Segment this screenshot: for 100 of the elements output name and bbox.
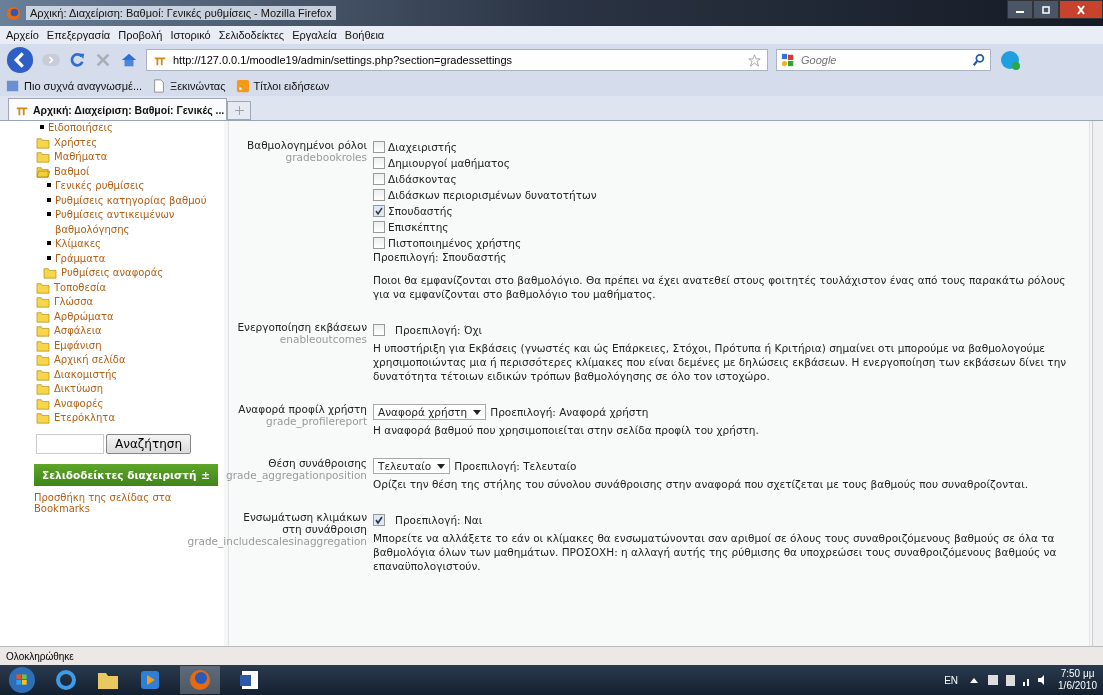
back-button[interactable] [6,46,34,74]
checkbox-label: Δημιουργοί μαθήματος [388,157,510,169]
menu-item[interactable]: Σελιδοδείκτες [218,29,285,41]
sidebar-link[interactable]: Ειδοποιήσεις [48,121,113,136]
address-field[interactable]: http://127.0.0.1/moodle19/admin/settings.php?section=gradessettings [146,49,768,71]
setting-description: Η αναφορά βαθμού που χρησιμοποιείται στην σελίδα προφίλ του χρήστη. [373,423,760,437]
bookmark-item[interactable]: Ξεκινώντας [152,79,226,93]
sidebar-link[interactable]: Ασφάλεια [54,324,102,339]
sidebar-link[interactable]: Κλίμακες [55,237,101,252]
default-text: Προεπιλογή: Τελευταίο [454,460,577,472]
sidebar-link[interactable]: Ρυθμίσεις αντικειμένων βαθμολόγησης [55,208,218,237]
sidebar-link[interactable]: Ρυθμίσεις αναφοράς [61,266,164,281]
menu-item[interactable]: Αρχείο [6,29,39,41]
sidebar-link[interactable]: Βαθμοί [54,164,90,179]
sidebar-link[interactable]: Γενικές ρυθμίσεις [55,179,145,194]
checkbox[interactable] [373,173,385,185]
sidebar-link[interactable]: Μαθήματα [54,150,108,165]
clock-date: 1/6/2010 [1058,680,1097,692]
bookmark-item[interactable]: Πιο συχνά αναγνωσμέ... [6,79,143,93]
search-field[interactable]: Google [776,49,991,71]
menu-item[interactable]: Εργαλεία [292,29,337,41]
sidebar-link[interactable]: Διακομιστής [54,367,118,382]
sidebar-link[interactable]: Αναφορές [54,396,104,411]
menu-item[interactable]: Βοήθεια [344,29,385,41]
setting-description: Η υποστήριξη για Εκβάσεις (γνωστές και ώς Επάρκειες, Στόχοι, Πρότυπα ή Κριτήρια) σημαίνει οτι μπορούμε να βαθμολογούμε χρησιμοποιώντας μια ή περισσότερες κλίμακες που είναι δεμένες με δηλώσεις εκβάσεων. Η ενεργοποίηση των εκβάσεων δίνει την δυνατότητα τέτοιων ειδικών τρόπων βαθμολόγησης σε όλο τον ιστοχώρο. [373,341,1068,383]
star-icon[interactable] [748,53,761,67]
minimize-button[interactable] [1007,0,1033,19]
collapse-toggle[interactable]: ± [201,468,210,481]
default-text: Προεπιλογή: Όχι [395,324,483,336]
scrollbar[interactable] [1092,121,1103,646]
checkbox-label: Διαχειριστής [388,141,457,153]
checkbox[interactable] [373,324,385,336]
window-title: Αρχική: Διαχείριση: Βαθμοί: Γενικές ρυθμίσεις - Mozilla Firefox [26,6,336,20]
sidebar-link[interactable]: Τοποθεσία [54,280,107,295]
close-button[interactable] [1059,0,1103,19]
bookmark-link[interactable]: Προσθήκη της σελίδας στα Bookmarks [34,491,214,514]
caret-icon [437,463,446,469]
status-text: Ολοκληρώθηκε [6,650,74,662]
bullet-icon [47,255,51,260]
restore-icon [1040,5,1052,15]
checkbox[interactable] [373,237,385,249]
checkbox-label: Πιστοποιημένος χρήστης [388,237,522,249]
plus-icon [234,106,244,115]
sidebar-link[interactable]: Δικτύωση [54,382,103,397]
sidebar-link[interactable]: Γράμματα [55,251,106,266]
setting-name: grade_includescalesinaggregation [187,535,367,547]
search-field[interactable] [36,433,104,454]
sidebar-link[interactable]: Αρχική σελίδα [54,353,126,368]
media-player-icon[interactable] [138,668,162,692]
globe-icon[interactable] [180,666,220,694]
engine-icon[interactable] [781,53,795,67]
checkbox-label: Σπουδαστής [388,205,453,217]
chat-icon[interactable] [999,49,1021,71]
checkbox[interactable] [373,205,385,217]
checkbox[interactable] [373,157,385,169]
setting-label: Ενεργοποίηση εκβάσεων [237,321,367,333]
start-button[interactable] [8,666,36,694]
bullet-icon [47,212,51,216]
setting-label: Αναφορά προφίλ χρήστη [238,403,367,415]
setting-label: Ενσωμάτωση κλιμάκων στη συνάθροιση [242,511,367,535]
setting-label: Βαθμολογημένοι ρόλοι [247,139,367,151]
restore-button[interactable] [1033,0,1059,19]
sidebar-link[interactable]: Ρυθμίσεις κατηγορίας βαθμού [55,193,207,208]
search-icon[interactable] [972,53,986,67]
sidebar-link[interactable]: Εμφάνιση [54,338,102,353]
reload-icon[interactable] [68,51,86,69]
sidebar-link[interactable]: Γλώσσα [54,295,94,310]
setting-description: Μπορείτε να αλλάξετε το εάν οι κλίμακες θα ενσωματώνονται σαν αριθμοί σε όλους τους συναθροιζόμενους βαθμούς σε όλα τα βαθμολόγια όλων των μαθημάτων. ΠΡΟΣΟΧΗ: η αλλαγή αυτής της ρύθμισης θα υποχρεώσει τους συναθροιζόμενους βαθμούς να επαναϋπολογιστούν. [373,531,1058,573]
bullet-icon [47,183,51,187]
menu-item[interactable]: Προβολή [118,29,163,41]
bullet-icon [47,197,51,202]
sidebar-link[interactable]: Αρθρώματα [54,309,114,324]
search-button[interactable]: Αναζήτηση [106,433,191,454]
page-icon [152,79,167,93]
setting-description: Ορίζει την θέση της στήλης του σύνολου συνάθροισης στην αναφορά που σχετίζεται με τους βαθμούς που συναθροίζονται. [373,477,1030,491]
block-title: Σελιδοδείκτες διαχειριστή [42,468,197,481]
bookmark-item[interactable]: Τίτλοι ειδήσεων [235,79,330,93]
setting-name: grade_aggregationposition [226,469,367,481]
checkbox[interactable] [373,221,385,233]
default-text: Προεπιλογή: Αναφορά χρήστη [490,406,649,418]
checkbox[interactable] [373,514,385,526]
default-text: Προεπιλογή: Σπουδαστής [373,251,508,263]
menu-item[interactable]: Ιστορικό [170,29,211,41]
caret-icon [473,409,482,415]
sidebar-link[interactable]: Ετερόκλητα [54,411,115,426]
sidebar-link[interactable]: Χρήστες [54,135,98,150]
browser-tab[interactable]: Αρχική: Διαχείριση: Βαθμοί: Γενικές ... [8,98,227,120]
bullet-icon [47,241,51,245]
menu-item[interactable]: Επεξεργασία [46,29,111,41]
bullet-icon [40,125,44,129]
browser-icon[interactable] [54,668,78,692]
language-indicator[interactable]: EN [944,674,959,686]
home-icon[interactable] [120,51,138,69]
dropdown[interactable]: Τελευταίο [373,458,451,474]
setting-name: grade_profilereport [265,415,367,427]
checkbox[interactable] [373,141,385,153]
close-icon [1075,5,1087,15]
dropdown[interactable]: Αναφορά χρήστη [373,404,487,420]
new-tab-button[interactable] [227,101,251,120]
checkbox[interactable] [373,189,385,201]
